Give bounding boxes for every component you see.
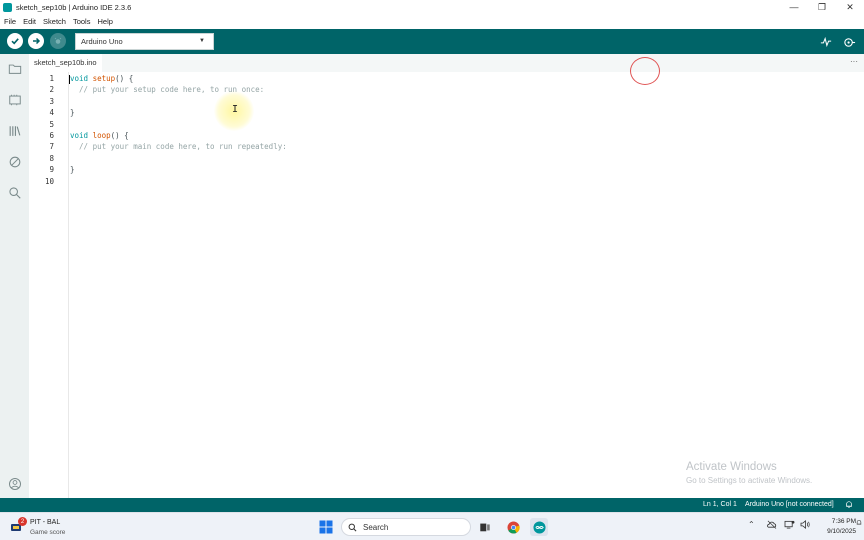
line-number: 2 xyxy=(49,85,54,94)
taskbar-search[interactable]: Search xyxy=(341,518,471,536)
check-icon xyxy=(11,38,19,45)
editor-tab-bar: sketch_sep10b.ino ··· xyxy=(29,54,864,72)
code-text: () { xyxy=(110,131,129,140)
minimize-button[interactable]: — xyxy=(780,0,808,14)
activity-sidebar xyxy=(0,54,29,498)
menu-file[interactable]: File xyxy=(4,17,16,26)
taskbar-app-chrome[interactable] xyxy=(504,518,522,536)
line-number: 4 xyxy=(49,108,54,117)
code-text: () { xyxy=(115,74,134,83)
taskbar-app-arduino[interactable] xyxy=(530,518,548,536)
board-selector-label: Arduino Uno xyxy=(81,37,123,46)
ibeam-cursor-icon: I xyxy=(232,104,239,115)
line-number: 3 xyxy=(49,97,54,106)
board-status[interactable]: Arduino Uno [not connected] xyxy=(745,501,834,508)
line-number: 5 xyxy=(49,120,54,129)
menu-tools[interactable]: Tools xyxy=(73,17,91,26)
code-editor[interactable]: 1 2 3 4 5 6 7 8 9 10 void setup() { // p… xyxy=(29,72,864,498)
boards-manager-icon[interactable] xyxy=(6,91,23,108)
windows-taskbar: 2 PIT - BAL Game score Search ⌃ 7:36 PM … xyxy=(0,512,864,540)
task-view-button[interactable] xyxy=(476,518,494,536)
debug-panel-icon[interactable] xyxy=(6,153,23,170)
line-number: 9 xyxy=(49,165,54,174)
plotter-icon xyxy=(820,36,832,48)
notification-center-icon[interactable] xyxy=(856,518,862,529)
line-number-gutter: 1 2 3 4 5 6 7 8 9 10 xyxy=(29,72,69,498)
status-bar: Ln 1, Col 1 Arduino Uno [not connected] xyxy=(0,498,864,512)
menu-sketch[interactable]: Sketch xyxy=(43,17,66,26)
line-number: 10 xyxy=(44,177,54,186)
close-button[interactable]: ✕ xyxy=(836,0,864,14)
line-number: 1 xyxy=(49,74,54,83)
system-clock[interactable]: 7:36 PM 9/10/2025 xyxy=(818,517,856,537)
watermark-title: Activate Windows xyxy=(686,461,777,473)
widgets-button[interactable]: 2 PIT - BAL Game score xyxy=(10,517,100,537)
clock-time: 7:36 PM xyxy=(831,518,856,525)
network-icon[interactable] xyxy=(784,520,795,531)
watermark-subtitle: Go to Settings to activate Windows. xyxy=(686,476,813,485)
profile-icon[interactable] xyxy=(6,475,23,492)
clock-date: 9/10/2025 xyxy=(827,528,856,535)
code-comment[interactable]: // put your main code here, to run repea… xyxy=(70,142,287,151)
click-indicator-ring xyxy=(630,57,660,85)
chrome-icon xyxy=(506,520,520,534)
windows-logo-icon xyxy=(319,520,333,534)
window-titlebar: sketch_sep10b | Arduino IDE 2.3.6 xyxy=(0,0,864,14)
code-line[interactable]: } xyxy=(70,108,75,117)
chevron-down-icon: ▼ xyxy=(199,38,205,44)
restore-button[interactable]: ❐ xyxy=(808,0,836,14)
show-hidden-icons[interactable]: ⌃ xyxy=(748,520,755,529)
code-line[interactable]: void setup() { xyxy=(70,74,133,83)
task-view-icon xyxy=(480,523,490,532)
search-icon xyxy=(348,523,357,531)
function-name: loop xyxy=(92,131,111,140)
debug-button[interactable] xyxy=(50,33,66,49)
arduino-app-icon xyxy=(3,2,12,12)
more-actions-icon[interactable]: ··· xyxy=(850,57,858,66)
activation-watermark: Activate Windows Go to Settings to activ… xyxy=(686,461,812,485)
serial-monitor-icon xyxy=(843,37,855,47)
search-icon[interactable] xyxy=(6,184,23,201)
line-number: 8 xyxy=(49,154,54,163)
code-line[interactable]: void loop() { xyxy=(70,131,129,140)
search-label: Search xyxy=(363,522,389,532)
widget-title: PIT - BAL xyxy=(30,519,61,526)
arduino-icon xyxy=(532,520,546,534)
verify-button[interactable] xyxy=(7,33,23,49)
library-manager-icon[interactable] xyxy=(6,122,23,139)
window-title: sketch_sep10b | Arduino IDE 2.3.6 xyxy=(16,2,132,12)
line-number: 6 xyxy=(49,131,54,140)
board-selector[interactable]: Arduino Uno ▼ xyxy=(75,33,214,50)
upload-button[interactable] xyxy=(28,33,44,49)
serial-plotter-button[interactable] xyxy=(818,34,834,50)
menu-edit[interactable]: Edit xyxy=(23,17,36,26)
onedrive-icon[interactable] xyxy=(766,520,777,531)
line-number: 7 xyxy=(49,142,54,151)
widget-subtitle: Game score xyxy=(30,529,66,536)
start-button[interactable] xyxy=(317,518,335,536)
arrow-right-icon xyxy=(33,37,41,45)
notification-bell-icon[interactable] xyxy=(845,500,853,511)
cursor-position[interactable]: Ln 1, Col 1 xyxy=(703,501,737,508)
code-line[interactable]: } xyxy=(70,165,75,174)
menu-help[interactable]: Help xyxy=(97,17,112,26)
sketchbook-folder-icon[interactable] xyxy=(6,60,23,77)
serial-monitor-button[interactable] xyxy=(841,34,857,50)
function-name: setup xyxy=(92,74,116,83)
debug-icon xyxy=(54,37,62,44)
notification-badge: 2 xyxy=(18,517,27,526)
keyword: void xyxy=(70,74,89,83)
keyword: void xyxy=(70,131,89,140)
volume-icon[interactable] xyxy=(800,520,811,531)
menu-bar: File Edit Sketch Tools Help xyxy=(0,14,864,28)
tab-sketch-file[interactable]: sketch_sep10b.ino xyxy=(29,54,102,72)
